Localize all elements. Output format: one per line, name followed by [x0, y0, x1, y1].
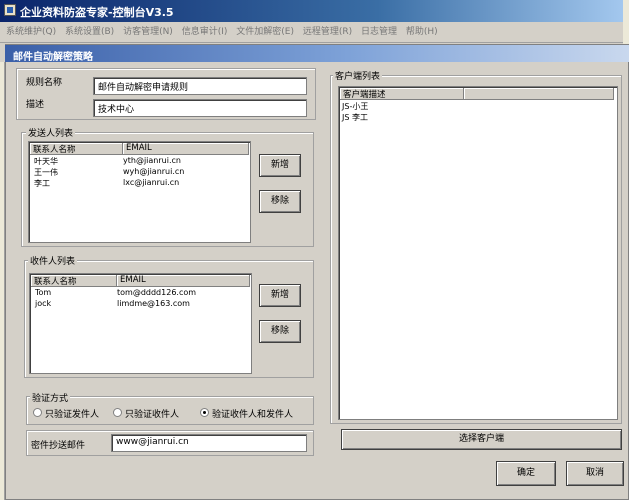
receiver-row-name[interactable]: jock — [35, 299, 51, 309]
cancel-button[interactable]: 取消 — [566, 461, 624, 486]
receiver-row-email[interactable]: tom@dddd126.com — [117, 288, 196, 298]
bcc-input[interactable]: www@jianrui.cn — [111, 434, 307, 452]
app-icon — [4, 4, 16, 16]
menu-item[interactable]: 信息审计(I) — [182, 24, 228, 37]
window-titlebar: 企业资料防盗专家-控制台V3.5 — [0, 0, 629, 22]
sender-row-email[interactable]: yth@jianrui.cn — [123, 156, 181, 166]
sender-list[interactable]: 联系人名称 EMAIL 叶天华 yth@jianrui.cn 王一伟 wyh@j… — [28, 141, 251, 243]
verify-receiver-radio[interactable] — [113, 408, 122, 417]
verify-sender-radio[interactable] — [33, 408, 42, 417]
sender-list-title: 发送人列表 — [26, 126, 76, 139]
client-col-desc-header[interactable]: 客户端描述 — [340, 88, 464, 100]
verify-sender-label[interactable]: 只验证发件人 — [45, 407, 99, 420]
sender-col-email-header[interactable]: EMAIL — [123, 143, 249, 155]
menu-item[interactable]: 日志管理 — [361, 24, 397, 37]
sender-col-name-header[interactable]: 联系人名称 — [30, 143, 123, 155]
sender-remove-button[interactable]: 移除 — [259, 190, 301, 213]
bcc-label: 密件抄送邮件 — [31, 441, 86, 451]
menu-item[interactable]: 文件加解密(E) — [236, 24, 294, 37]
client-list[interactable]: 客户端描述 JS-小王 JS 李工 — [338, 86, 618, 420]
verify-receiver-label[interactable]: 只验证收件人 — [125, 407, 179, 420]
window-title: 企业资料防盗专家-控制台V3.5 — [20, 6, 174, 19]
receiver-col-name-header[interactable]: 联系人名称 — [31, 275, 117, 287]
menu-item[interactable]: 系统维护(Q) — [6, 24, 56, 37]
description-input[interactable]: 技术中心 — [93, 99, 307, 117]
menu-bar: 系统维护(Q) 系统设置(B) 访客管理(N) 信息审计(I) 文件加解密(E)… — [0, 22, 629, 37]
client-row[interactable]: JS 李工 — [342, 112, 368, 122]
sender-row-name[interactable]: 叶天华 — [34, 156, 58, 166]
menu-item[interactable]: 帮助(H) — [406, 24, 438, 37]
menu-item[interactable]: 系统设置(B) — [65, 24, 114, 37]
rule-name-input[interactable]: 邮件自动解密申请规则 — [93, 77, 307, 95]
sender-row-email[interactable]: lxc@jianrui.cn — [123, 178, 179, 188]
sender-add-button[interactable]: 新增 — [259, 154, 301, 177]
background-strip — [0, 62, 5, 500]
client-list-title: 客户端列表 — [333, 69, 383, 82]
sender-row-name[interactable]: 王一伟 — [34, 167, 58, 177]
receiver-col-email-header[interactable]: EMAIL — [117, 275, 250, 287]
client-col-empty-header — [464, 88, 614, 100]
sender-row-email[interactable]: wyh@jianrui.cn — [123, 167, 184, 177]
receiver-row-email[interactable]: limdme@163.com — [117, 299, 190, 309]
receiver-remove-button[interactable]: 移除 — [259, 320, 301, 343]
sender-row-name[interactable]: 李工 — [34, 178, 50, 188]
select-client-button[interactable]: 选择客户端 — [341, 429, 622, 450]
receiver-add-button[interactable]: 新增 — [259, 284, 301, 307]
receiver-row-name[interactable]: Tom — [35, 288, 51, 298]
dialog-title: 邮件自动解密策略 — [5, 45, 629, 63]
ok-button[interactable]: 确定 — [496, 461, 556, 486]
verify-both-label[interactable]: 验证收件人和发件人 — [212, 407, 293, 420]
verify-both-radio[interactable] — [200, 408, 209, 417]
receiver-list[interactable]: 联系人名称 EMAIL Tom tom@dddd126.com jock lim… — [29, 273, 252, 374]
receiver-list-title: 收件人列表 — [28, 254, 78, 267]
menu-item[interactable]: 访客管理(N) — [123, 24, 173, 37]
rule-name-label: 规则名称 — [26, 78, 63, 88]
menu-item[interactable]: 远程管理(R) — [303, 24, 352, 37]
description-label: 描述 — [26, 100, 45, 110]
client-row[interactable]: JS-小王 — [342, 101, 368, 111]
toolbar-strip — [0, 37, 629, 43]
verify-method-title: 验证方式 — [30, 391, 71, 404]
